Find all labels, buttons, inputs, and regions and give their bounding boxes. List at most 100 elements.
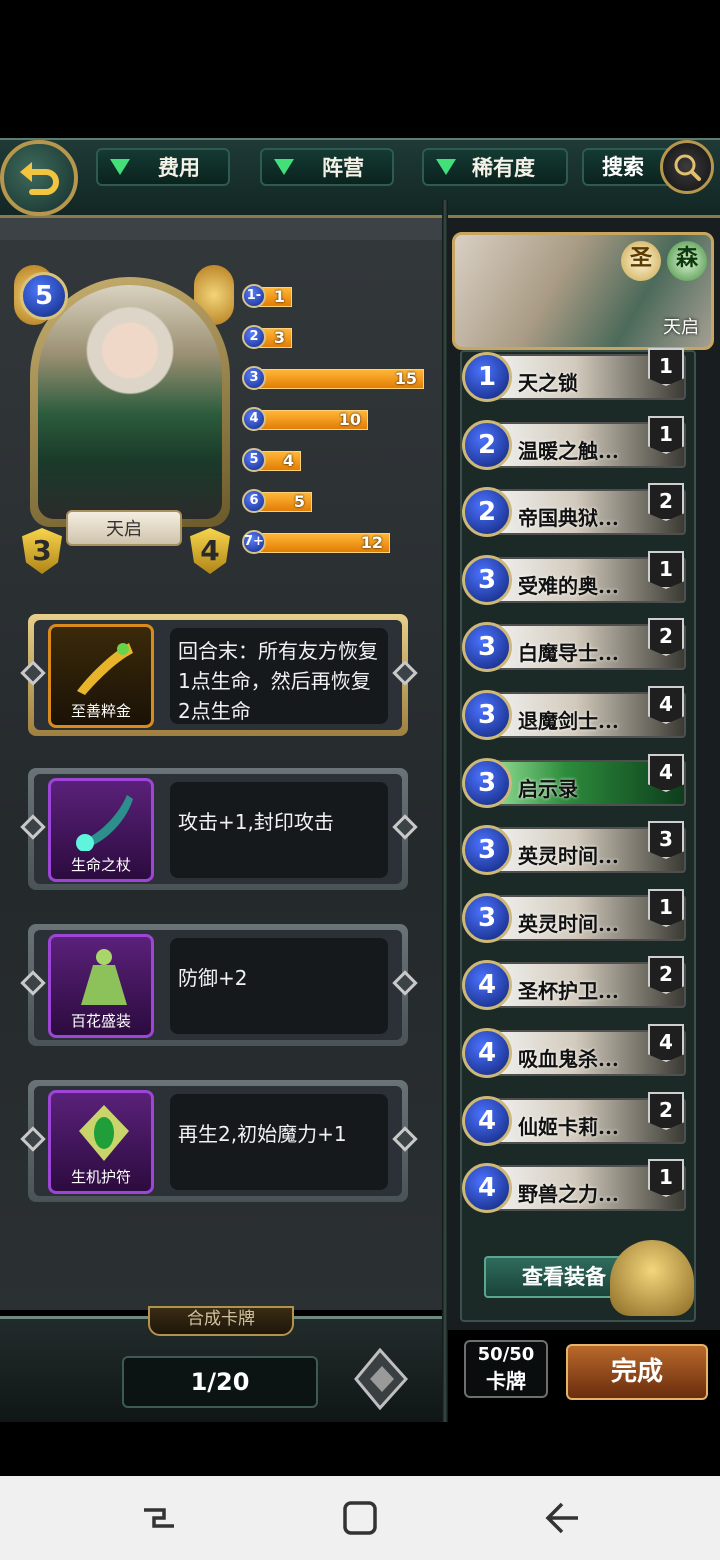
- back-nav-button[interactable]: [540, 1496, 584, 1540]
- card-name: 仙姬卡莉...: [518, 1115, 619, 1139]
- card-name: 圣杯护卫...: [518, 979, 619, 1003]
- card-copies-badge: 1: [648, 889, 684, 927]
- card-name: 天之锁: [518, 371, 578, 395]
- equipment-name: 百花盛装: [70, 1012, 131, 1030]
- rarity-filter-button[interactable]: 稀有度: [422, 148, 568, 186]
- equipment-icon: 至善粹金: [48, 624, 154, 728]
- card-name: 温暖之触...: [518, 439, 619, 463]
- card-cost-orb: 4: [462, 1028, 512, 1078]
- curve-cost-label: 4: [242, 407, 266, 431]
- back-nav-icon: [545, 1502, 578, 1534]
- card-copies-badge: 4: [648, 1024, 684, 1062]
- curve-bar: 12: [256, 533, 390, 553]
- deck-card-row[interactable]: 4 仙姬卡莉... 2: [462, 1092, 688, 1150]
- equipment-slot-1[interactable]: 至善粹金 回合末：所有友方恢复1点生命，然后再恢复2点生命: [20, 614, 418, 736]
- combine-cards-tab[interactable]: 合成卡牌: [148, 1306, 294, 1336]
- flower-dress-icon: [81, 949, 127, 1005]
- deck-card-row[interactable]: 3 英灵时间... 3: [462, 821, 688, 879]
- recent-apps-button[interactable]: [138, 1496, 182, 1540]
- equipment-description: 回合末：所有友方恢复1点生命，然后再恢复2点生命: [170, 628, 388, 724]
- deck-card-row[interactable]: 3 受难的奥... 1: [462, 551, 688, 609]
- card-name: 帝国典狱...: [518, 506, 619, 530]
- cost-filter-button[interactable]: 费用: [96, 148, 230, 186]
- deck-card-row[interactable]: 4 吸血鬼杀... 4: [462, 1024, 688, 1082]
- curve-cost-label: 5: [242, 448, 266, 472]
- card-cost-orb: 2: [462, 487, 512, 537]
- card-cost-orb: 3: [462, 622, 512, 672]
- card-copies-badge: 2: [648, 483, 684, 521]
- home-icon: [343, 1501, 377, 1535]
- helmet-icon[interactable]: [610, 1240, 694, 1316]
- deck-card-row[interactable]: 2 温暖之触... 1: [462, 416, 688, 474]
- card-name: 受难的奥...: [518, 574, 619, 598]
- recent-apps-icon: [144, 1508, 174, 1528]
- golden-horn-icon: [77, 643, 133, 695]
- card-copies-badge: 1: [648, 348, 684, 386]
- next-page-button[interactable]: [350, 1344, 410, 1414]
- deck-card-row[interactable]: 3 启示录 4: [462, 754, 688, 812]
- hero-cost-orb: 5: [20, 272, 68, 320]
- deck-card-row[interactable]: 2 帝国典狱... 2: [462, 483, 688, 541]
- equipment-name: 生机护符: [70, 1168, 131, 1186]
- card-count-box: 50/50 卡牌: [464, 1340, 548, 1398]
- equipment-slot-4[interactable]: 生机护符 再生2,初始魔力+1: [20, 1080, 418, 1202]
- curve-cost-label: 1-: [242, 284, 266, 308]
- curve-bar: 10: [256, 410, 368, 430]
- equipment-icon: 生机护符: [48, 1090, 154, 1194]
- dropdown-triangle-icon: [436, 159, 456, 175]
- card-copies-badge: 2: [648, 956, 684, 994]
- equipment-icon: 生命之杖: [48, 778, 154, 882]
- card-copies-badge: 1: [648, 551, 684, 589]
- equipment-slot-3[interactable]: 百花盛装 防御+2: [20, 924, 418, 1046]
- card-cost-orb: 3: [462, 690, 512, 740]
- card-name: 英灵时间...: [518, 912, 619, 936]
- deck-card-row[interactable]: 4 圣杯护卫... 2: [462, 956, 688, 1014]
- amulet-icon: [79, 1105, 129, 1161]
- deck-card-row[interactable]: 3 退魔剑士... 4: [462, 686, 688, 744]
- card-copies-badge: 3: [648, 821, 684, 859]
- hero-portrait-frame: [30, 277, 230, 527]
- hero-name-plate: 天启: [66, 510, 182, 546]
- faction-filter-label: 阵营: [322, 156, 364, 180]
- curve-cost-label: 6: [242, 489, 266, 513]
- card-copies-badge: 4: [648, 686, 684, 724]
- hero-portrait-art: [38, 285, 222, 519]
- card-name: 吸血鬼杀...: [518, 1047, 619, 1071]
- card-cost-orb: 4: [462, 1163, 512, 1213]
- card-cost-orb: 2: [462, 420, 512, 470]
- curve-cost-label: 3: [242, 366, 266, 390]
- card-cost-orb: 1: [462, 352, 512, 402]
- page-indicator: 1/20: [122, 1356, 318, 1408]
- deck-card-row[interactable]: 4 野兽之力... 1: [462, 1159, 688, 1217]
- curve-bar: 15: [256, 369, 424, 389]
- card-name: 启示录: [518, 777, 578, 801]
- card-cost-orb: 4: [462, 1096, 512, 1146]
- card-cost-orb: 3: [462, 893, 512, 943]
- equipment-name: 至善粹金: [70, 702, 131, 720]
- card-copies-badge: 1: [648, 1159, 684, 1197]
- done-button[interactable]: 完成: [566, 1344, 708, 1400]
- system-nav-bar: [0, 1476, 720, 1560]
- equipment-slot-2[interactable]: 生命之杖 攻击+1,封印攻击: [20, 768, 418, 890]
- card-count-value: 50/50: [477, 1344, 535, 1365]
- back-arrow-icon: [20, 162, 59, 195]
- rarity-filter-label: 稀有度: [472, 156, 535, 180]
- faction-filter-button[interactable]: 阵营: [260, 148, 394, 186]
- deck-card-row[interactable]: 3 英灵时间... 1: [462, 889, 688, 947]
- equipment-description: 防御+2: [170, 938, 388, 1034]
- card-cost-orb: 4: [462, 960, 512, 1010]
- card-name: 退魔剑士...: [518, 709, 619, 733]
- search-icon[interactable]: [660, 140, 714, 194]
- dropdown-triangle-icon: [110, 159, 130, 175]
- card-copies-badge: 2: [648, 618, 684, 656]
- card-name: 英灵时间...: [518, 844, 619, 868]
- equipment-description: 攻击+1,封印攻击: [170, 782, 388, 878]
- curve-cost-label: 2: [242, 325, 266, 349]
- deck-card-row[interactable]: 3 白魔导士... 2: [462, 618, 688, 676]
- deck-card-row[interactable]: 1 天之锁 1: [462, 348, 688, 406]
- back-button[interactable]: [0, 140, 78, 216]
- home-button[interactable]: [338, 1496, 382, 1540]
- equipment-name: 生命之杖: [70, 856, 131, 874]
- deck-hero-banner[interactable]: 圣 森 天启: [452, 232, 714, 350]
- cost-filter-label: 费用: [158, 156, 200, 180]
